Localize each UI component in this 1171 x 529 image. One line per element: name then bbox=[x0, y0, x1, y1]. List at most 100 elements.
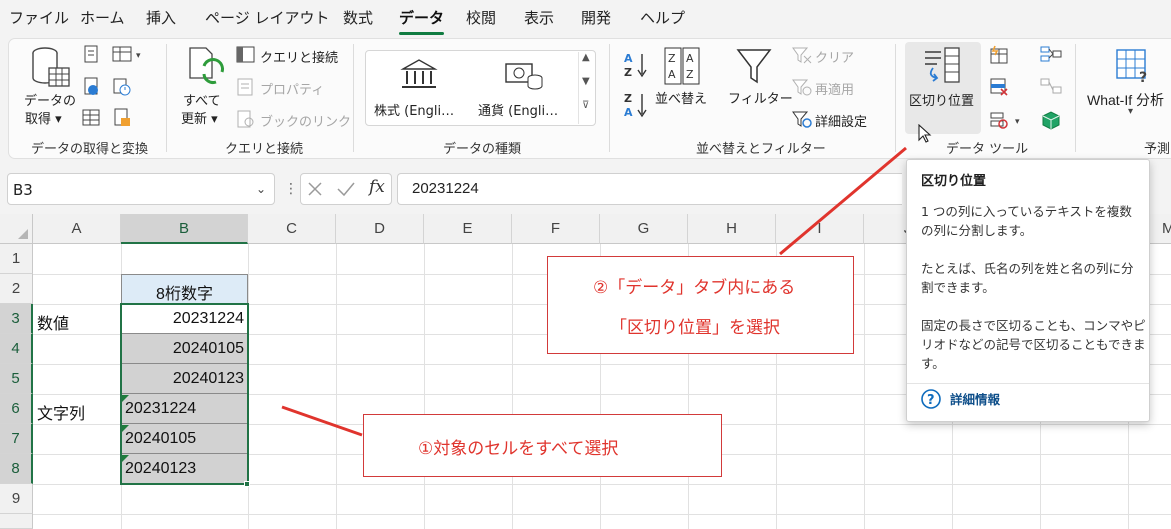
gallery-expand-icon[interactable]: ⊽ bbox=[582, 100, 589, 111]
existing-connections-icon[interactable] bbox=[112, 108, 132, 128]
gallery-up-icon[interactable]: ▲ bbox=[582, 52, 590, 63]
row-header-6[interactable]: 6 bbox=[0, 394, 33, 424]
cell-a3[interactable]: 数値 bbox=[37, 310, 69, 334]
tab-developer[interactable]: 開発 bbox=[581, 7, 611, 28]
what-if-analysis-button[interactable]: ? What-If 分析 ▾ bbox=[1083, 44, 1171, 128]
tab-data[interactable]: データ bbox=[399, 7, 445, 35]
row-header-2[interactable]: 2 bbox=[0, 274, 33, 304]
svg-text:A: A bbox=[624, 106, 633, 119]
row-header-7[interactable]: 7 bbox=[0, 424, 33, 454]
cell-b7[interactable]: 20240105 bbox=[125, 430, 196, 448]
flash-fill-icon[interactable] bbox=[989, 45, 1009, 65]
row-header-1[interactable]: 1 bbox=[0, 244, 33, 274]
reapply-button[interactable]: 再適用 bbox=[815, 79, 854, 98]
relationships-icon[interactable] bbox=[1040, 77, 1062, 97]
name-box-dropdown-icon[interactable]: ⌄ bbox=[256, 182, 266, 196]
formula-bar-grip-icon[interactable]: ⋮ bbox=[284, 181, 298, 197]
from-web-table-icon[interactable]: ▾ bbox=[112, 45, 146, 65]
text-to-columns-button[interactable]: 区切り位置 bbox=[905, 42, 981, 134]
advanced-button[interactable]: 詳細設定 bbox=[815, 111, 867, 130]
row-header-10[interactable] bbox=[0, 514, 33, 529]
svg-text:Z: Z bbox=[624, 92, 632, 105]
text-to-columns-icon bbox=[925, 47, 960, 83]
refresh-label-1: すべて bbox=[183, 94, 221, 109]
tooltip-more-info-link[interactable]: 詳細情報 bbox=[950, 390, 1000, 409]
from-web-icon[interactable] bbox=[82, 77, 100, 97]
sort-az-icon[interactable]: AZ bbox=[622, 50, 652, 80]
cancel-icon[interactable] bbox=[306, 180, 324, 198]
filter-button[interactable]: フィルター bbox=[724, 44, 793, 124]
help-icon: ? bbox=[921, 389, 941, 409]
group-label-get-transform: データの取得と変換 bbox=[31, 142, 149, 157]
cell-b8[interactable]: 20240123 bbox=[125, 460, 196, 478]
fill-handle[interactable] bbox=[244, 481, 250, 487]
column-header-a[interactable]: A bbox=[33, 214, 121, 244]
cell-b3[interactable]: 20231224 bbox=[160, 310, 244, 328]
tab-page-layout[interactable]: ページ レイアウト bbox=[205, 7, 329, 28]
cell-a6[interactable]: 文字列 bbox=[37, 400, 85, 424]
tab-view[interactable]: 表示 bbox=[524, 7, 554, 28]
group-label-sort-filter: 並べ替えとフィルター bbox=[696, 142, 826, 157]
currency-icon bbox=[505, 63, 543, 90]
cell-b4[interactable]: 20240105 bbox=[160, 340, 244, 358]
data-model-icon[interactable] bbox=[1040, 110, 1062, 130]
from-text-icon[interactable] bbox=[82, 45, 100, 65]
tab-insert[interactable]: 挿入 bbox=[146, 7, 176, 28]
queries-connections-button[interactable]: クエリと接続 bbox=[260, 47, 338, 66]
consolidate-icon[interactable] bbox=[1040, 45, 1062, 65]
column-header-b[interactable]: B bbox=[121, 214, 248, 244]
svg-text:Z: Z bbox=[668, 52, 676, 65]
row-header-8[interactable]: 8 bbox=[0, 454, 33, 484]
column-header-c[interactable]: C bbox=[248, 214, 336, 244]
svg-text:?: ? bbox=[927, 393, 935, 408]
insert-function-button[interactable]: fx bbox=[369, 177, 385, 197]
column-header-f[interactable]: F bbox=[512, 214, 600, 244]
row-header-5[interactable]: 5 bbox=[0, 364, 33, 394]
data-validation-icon[interactable]: ▾ bbox=[989, 110, 1025, 130]
column-header-g[interactable]: G bbox=[600, 214, 688, 244]
column-header-i[interactable]: I bbox=[776, 214, 864, 244]
column-header-h[interactable]: H bbox=[688, 214, 776, 244]
svg-text:▾: ▾ bbox=[136, 51, 141, 61]
tooltip-desc1-line1: 1 つの列に入っているテキストを複数 bbox=[921, 204, 1132, 219]
column-header-e[interactable]: E bbox=[424, 214, 512, 244]
column-header-d[interactable]: D bbox=[336, 214, 424, 244]
gridline bbox=[424, 244, 425, 529]
select-all-corner[interactable] bbox=[0, 214, 33, 244]
row-header-9[interactable]: 9 bbox=[0, 484, 33, 514]
gallery-down-icon[interactable]: ▼ bbox=[582, 76, 590, 87]
cell-b2[interactable]: 8桁数字 bbox=[121, 274, 248, 304]
refresh-all-button[interactable]: すべて 更新 ▾ bbox=[178, 44, 230, 128]
edit-links-button[interactable]: ブックのリンク bbox=[260, 111, 351, 130]
callout-step1-text: ①対象のセルをすべて選択 bbox=[418, 439, 619, 459]
clear-button[interactable]: クリア bbox=[815, 47, 854, 66]
cell-b6[interactable]: 20231224 bbox=[125, 400, 196, 418]
gridline bbox=[336, 244, 337, 529]
recent-sources-icon[interactable] bbox=[112, 77, 132, 97]
tab-review[interactable]: 校閲 bbox=[466, 7, 496, 28]
gallery-scroll[interactable]: ▲ ▼ ⊽ bbox=[578, 52, 595, 124]
remove-duplicates-icon[interactable] bbox=[989, 77, 1009, 97]
properties-button[interactable]: プロパティ bbox=[260, 79, 324, 98]
get-data-button[interactable]: データの 取得 ▾ bbox=[20, 44, 76, 128]
from-table-icon[interactable] bbox=[82, 108, 100, 128]
stocks-label: 株式 (Engli… bbox=[374, 104, 455, 119]
edit-links-icon bbox=[237, 110, 254, 128]
stocks-button[interactable]: 株式 (Engli… bbox=[370, 54, 468, 122]
currencies-button[interactable]: 通貨 (Engli… bbox=[474, 54, 574, 122]
filter-icon bbox=[736, 49, 772, 84]
tooltip-desc2-line1: たとえば、氏名の列を姓と名の列に分 bbox=[921, 261, 1134, 276]
tab-file[interactable]: ファイル bbox=[9, 7, 69, 28]
row-header-4[interactable]: 4 bbox=[0, 334, 33, 364]
tab-help[interactable]: ヘルプ bbox=[640, 7, 685, 28]
select-all-triangle-icon bbox=[18, 229, 28, 239]
sort-button[interactable]: ZA AZ 並べ替え bbox=[655, 44, 713, 124]
name-box-value: B3 bbox=[13, 181, 33, 199]
sort-za-icon[interactable]: ZA bbox=[622, 90, 652, 120]
row-header-3[interactable]: 3 bbox=[0, 304, 33, 334]
tab-formulas[interactable]: 数式 bbox=[343, 7, 373, 28]
enter-icon[interactable] bbox=[336, 180, 356, 198]
cell-b5[interactable]: 20240123 bbox=[160, 370, 244, 388]
name-box[interactable] bbox=[7, 173, 275, 205]
tab-home[interactable]: ホーム bbox=[80, 7, 125, 28]
